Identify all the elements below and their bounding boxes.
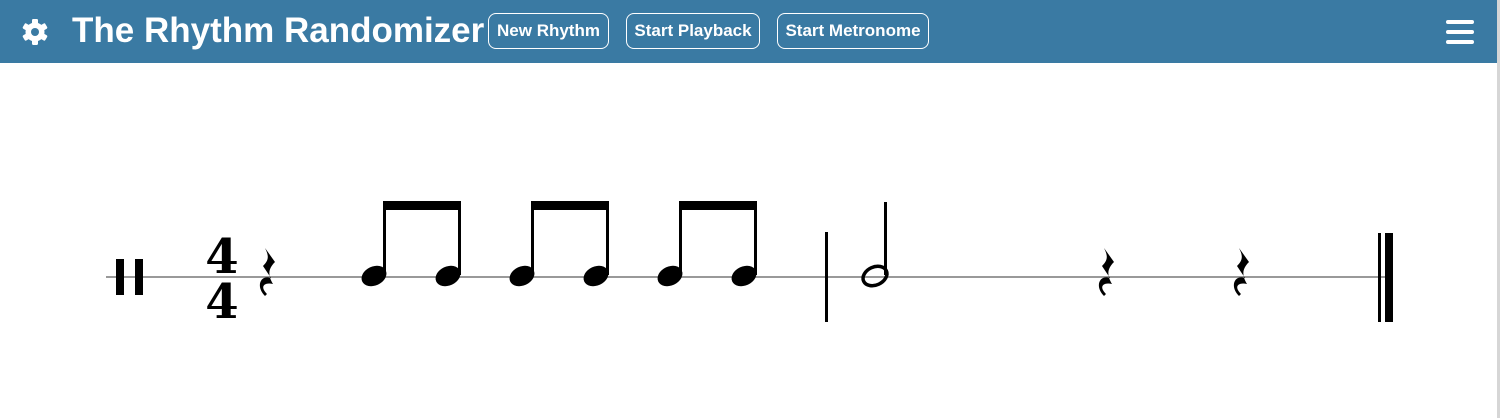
app-title: The Rhythm Randomizer <box>72 11 485 50</box>
start-playback-button[interactable]: Start Playback <box>626 13 760 49</box>
music-notation-staff: 4 4 <box>106 201 1393 330</box>
time-signature-beat-unit: 4 <box>205 274 238 330</box>
time-signature: 4 4 <box>205 229 238 330</box>
final-barline <box>1378 233 1393 322</box>
gear-icon[interactable] <box>20 17 50 47</box>
top-navigation-bar: The Rhythm Randomizer New Rhythm Start P… <box>0 0 1497 63</box>
quarter-rest <box>1233 248 1249 296</box>
quarter-rest <box>259 248 275 296</box>
new-rhythm-button[interactable]: New Rhythm <box>488 13 609 49</box>
quarter-rest <box>1098 248 1114 296</box>
barline <box>825 232 828 322</box>
hamburger-menu-icon[interactable] <box>1446 20 1476 44</box>
start-metronome-button[interactable]: Start Metronome <box>777 13 929 49</box>
